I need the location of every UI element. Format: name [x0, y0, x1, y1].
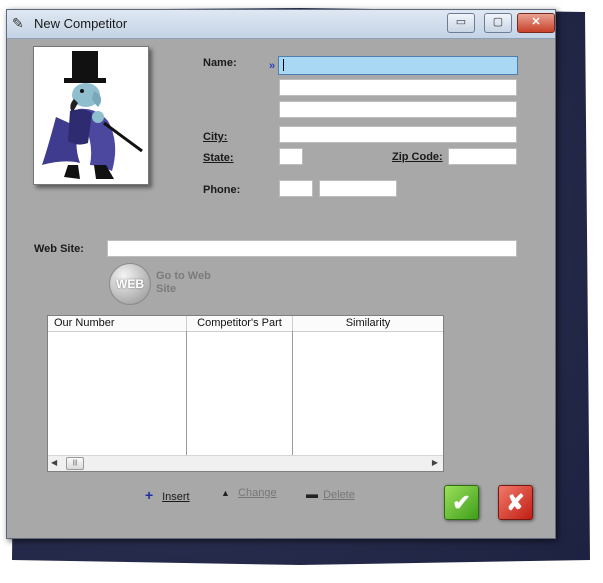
name-label: Name: — [203, 57, 237, 69]
city-label: City: — [203, 131, 228, 143]
minimize-button[interactable]: ▭ — [447, 13, 475, 33]
scroll-left-arrow-icon[interactable]: ◀ — [51, 458, 57, 467]
name-field-line-3[interactable] — [279, 101, 517, 118]
grid-column-divider — [186, 331, 187, 456]
column-header-competitors-part[interactable]: Competitor's Part — [187, 316, 293, 331]
dialog-client-area: Name: » City: State: Zip Code: Phone: We… — [7, 39, 555, 538]
maximize-icon: ▢ — [492, 16, 504, 28]
cancel-button[interactable]: ✘ — [498, 485, 533, 520]
required-marker: » — [269, 60, 276, 72]
ok-button[interactable]: ✔ — [444, 485, 479, 520]
zip-code-field[interactable] — [448, 148, 517, 165]
name-field-line-2[interactable] — [279, 79, 517, 96]
go-to-web-site-label: Go to Web Site — [156, 270, 211, 295]
phone-label: Phone: — [203, 184, 241, 196]
website-label: Web Site: — [34, 243, 84, 255]
zip-code-label: Zip Code: — [392, 151, 443, 163]
checkmark-icon: ✔ — [452, 490, 471, 515]
close-icon: ✕ — [531, 16, 541, 28]
phone-area-code-field[interactable] — [279, 180, 313, 197]
close-button[interactable]: ✕ — [517, 13, 555, 33]
web-globe-icon: WEB — [109, 263, 151, 305]
quill-icon: ✎ — [12, 15, 24, 31]
window-title: New Competitor — [34, 16, 128, 31]
competitor-picture[interactable] — [33, 46, 149, 185]
title-bar[interactable]: ✎ New Competitor ▭ ▢ ✕ — [7, 10, 555, 39]
state-field[interactable] — [279, 148, 303, 165]
text-caret — [283, 59, 284, 71]
delete-label: Delete — [323, 489, 355, 501]
name-field-line-1[interactable] — [278, 56, 518, 75]
grid-header-row: Our Number Competitor's Part Similarity — [48, 316, 443, 332]
column-header-similarity[interactable]: Similarity — [293, 316, 443, 331]
grid-column-divider — [292, 331, 293, 456]
city-field[interactable] — [279, 126, 517, 143]
state-label: State: — [203, 152, 234, 164]
triangle-icon: ▲ — [221, 488, 230, 498]
scroll-right-arrow-icon[interactable]: ▶ — [432, 458, 438, 467]
new-competitor-dialog: ✎ New Competitor ▭ ▢ ✕ Name: » City: Sta… — [6, 9, 556, 539]
minus-icon: ▬ — [306, 487, 318, 501]
insert-button[interactable]: + Insert — [145, 487, 190, 503]
insert-label: Insert — [162, 491, 190, 503]
change-button[interactable]: ▲ Change — [221, 487, 277, 501]
go-to-web-site-button[interactable]: WEB Go to Web Site — [109, 263, 221, 305]
change-label: Change — [238, 487, 277, 499]
minimize-icon: ▭ — [455, 16, 467, 28]
column-header-our-number[interactable]: Our Number — [48, 316, 187, 331]
horizontal-scrollbar[interactable]: ◀ ||| ▶ — [48, 455, 443, 471]
maximize-button[interactable]: ▢ — [484, 13, 512, 33]
delete-button[interactable]: ▬ Delete — [306, 487, 355, 501]
backdrop-ghost-glyph — [556, 30, 560, 55]
scroll-thumb[interactable]: ||| — [66, 457, 84, 470]
villain-mascot-image — [42, 51, 143, 179]
close-x-icon: ✘ — [506, 490, 525, 515]
parts-comparison-grid[interactable]: Our Number Competitor's Part Similarity … — [47, 315, 444, 472]
website-field[interactable] — [107, 240, 517, 257]
phone-number-field[interactable] — [319, 180, 397, 197]
plus-icon: + — [145, 487, 154, 503]
